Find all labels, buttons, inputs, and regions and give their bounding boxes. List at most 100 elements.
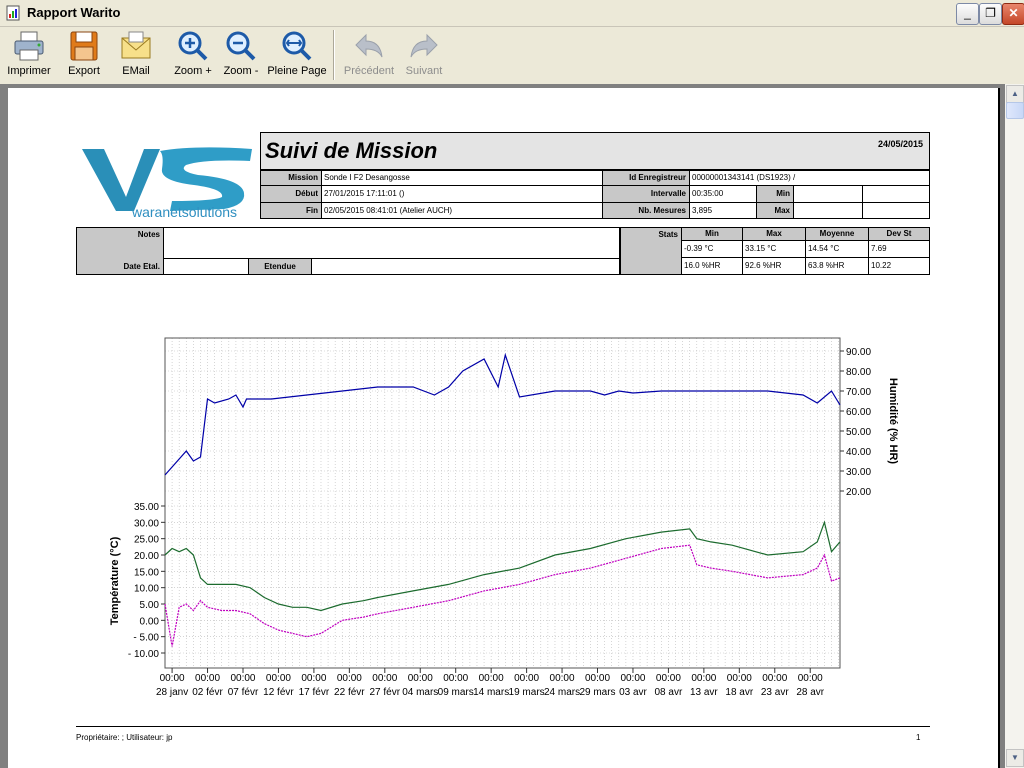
y-left-tick-label: 0.00: [140, 616, 160, 627]
y-left-tick-label: 10.00: [134, 584, 159, 595]
previous-button[interactable]: Précédent: [342, 27, 396, 84]
y-left-tick-label: - 10.00: [128, 649, 160, 660]
notes-value: [163, 227, 620, 259]
stats-hum-stdev: 10.22: [868, 257, 930, 275]
humidity-line: [164, 352, 841, 476]
x-tick-time: 00:00: [727, 673, 752, 684]
arrow-down-icon: ▼: [1011, 753, 1019, 762]
x-tick-time: 00:00: [337, 673, 362, 684]
end-label: Fin: [260, 202, 322, 219]
interval-value: 00:35:00: [689, 185, 757, 203]
calib-date-label: Date Etal.: [123, 262, 160, 271]
email-label: EMail: [122, 65, 150, 77]
restore-button[interactable]: ❐: [979, 3, 1002, 25]
stats-temp-max: 33.15 °C: [742, 240, 806, 258]
x-tick-date: 19 mars: [509, 687, 545, 698]
print-label: Imprimer: [7, 65, 51, 77]
zoom-out-button[interactable]: Zoom -: [218, 27, 264, 84]
zoom-out-icon: [226, 31, 256, 61]
printer-icon: [14, 31, 44, 61]
full-page-button[interactable]: Pleine Page: [266, 27, 328, 84]
dewpoint-line: [164, 544, 841, 647]
stats-label: Stats: [620, 227, 682, 275]
minimize-icon: _: [964, 6, 971, 20]
chart-grid: [165, 338, 840, 668]
x-tick-date: 22 févr: [334, 687, 365, 698]
count-value: 3,895: [689, 202, 757, 219]
y-left-tick-label: - 5.00: [133, 633, 159, 644]
forward-arrow-icon: [410, 33, 438, 58]
x-tick-date: 12 févr: [263, 687, 294, 698]
y-right-tick-label: 90.00: [846, 347, 871, 358]
x-tick-date: 13 avr: [690, 687, 718, 698]
calib-date-value: [163, 258, 249, 275]
footer-owner-user: Propriétaire: ; Utilisateur: jp: [76, 733, 173, 742]
scroll-down-button[interactable]: ▼: [1006, 749, 1024, 767]
x-tick-time: 00:00: [798, 673, 823, 684]
x-tick-time: 00:00: [656, 673, 681, 684]
report-date: 24/05/2015: [877, 139, 923, 149]
x-tick-time: 00:00: [372, 673, 397, 684]
stats-hum-mean: 63.8 %HR: [805, 257, 869, 275]
x-tick-date: 24 mars: [544, 687, 580, 698]
previous-label: Précédent: [343, 65, 395, 77]
scroll-thumb[interactable]: [1006, 102, 1024, 119]
stats-header-min: Min: [681, 227, 743, 241]
email-button[interactable]: EMail: [114, 27, 158, 84]
envelope-icon: [121, 31, 151, 59]
y-right-tick-label: 50.00: [846, 427, 871, 438]
export-label: Export: [68, 65, 100, 77]
chart-series: [164, 352, 841, 647]
arrow-up-icon: ▲: [1011, 89, 1019, 98]
stats-header-stdev: Dev St: [868, 227, 930, 241]
toolbar-separator: [333, 30, 335, 80]
footer-rule: [76, 726, 930, 727]
x-tick-time: 00:00: [691, 673, 716, 684]
x-tick-time: 00:00: [266, 673, 291, 684]
interval-label: Intervalle: [602, 185, 690, 203]
x-tick-date: 04 mars: [402, 687, 438, 698]
y-left-tick-label: 5.00: [140, 600, 160, 611]
title-bar: Rapport Warito _ ❐ ✕: [0, 0, 1024, 27]
count-label: Nb. Mesures: [602, 202, 690, 219]
report-header: Suivi de Mission 24/05/2015: [260, 132, 930, 170]
x-tick-time: 00:00: [443, 673, 468, 684]
close-button[interactable]: ✕: [1002, 3, 1024, 25]
zoom-in-label: Zoom +: [174, 65, 212, 77]
stats-header-mean: Moyenne: [805, 227, 869, 241]
zoom-in-icon: [178, 31, 208, 61]
x-tick-time: 00:00: [620, 673, 645, 684]
print-button[interactable]: Imprimer: [5, 27, 53, 84]
waranet-logo: waranetsolutions: [74, 131, 260, 223]
y-axis-right-label: Humidité (% HR): [887, 378, 899, 465]
minimize-button[interactable]: _: [956, 3, 979, 25]
x-tick-date: 18 avr: [725, 687, 753, 698]
x-tick-time: 00:00: [408, 673, 433, 684]
mission-label: Mission: [260, 170, 322, 186]
range-value: [311, 258, 620, 275]
stats-temp-mean: 14.54 °C: [805, 240, 869, 258]
max-value-a: [793, 202, 863, 219]
x-tick-date: 14 mars: [473, 687, 509, 698]
stats-header-max: Max: [742, 227, 806, 241]
close-icon: ✕: [1008, 6, 1019, 20]
export-button[interactable]: Export: [60, 27, 108, 84]
vertical-scrollbar[interactable]: ▲ ▼: [1005, 84, 1024, 768]
x-tick-time: 00:00: [195, 673, 220, 684]
x-tick-time: 00:00: [230, 673, 255, 684]
stats-hum-max: 92.6 %HR: [742, 257, 806, 275]
x-tick-date: 27 févr: [370, 687, 401, 698]
x-tick-date: 08 avr: [655, 687, 683, 698]
x-tick-date: 28 janv: [156, 687, 188, 698]
scroll-up-button[interactable]: ▲: [1006, 85, 1024, 103]
logo-text: waranetsolutions: [131, 204, 237, 220]
start-label: Début: [260, 185, 322, 203]
next-button[interactable]: Suivant: [400, 27, 448, 84]
notes-label: Notes: [137, 230, 160, 239]
report-viewport: waranetsolutions Suivi de Mission 24/05/…: [0, 84, 1005, 768]
recorder-id-label: Id Enregistreur: [602, 170, 690, 186]
y-left-tick-label: 35.00: [134, 502, 159, 513]
y-right-tick-label: 70.00: [846, 387, 871, 398]
zoom-in-button[interactable]: Zoom +: [170, 27, 216, 84]
x-tick-date: 07 févr: [228, 687, 259, 698]
